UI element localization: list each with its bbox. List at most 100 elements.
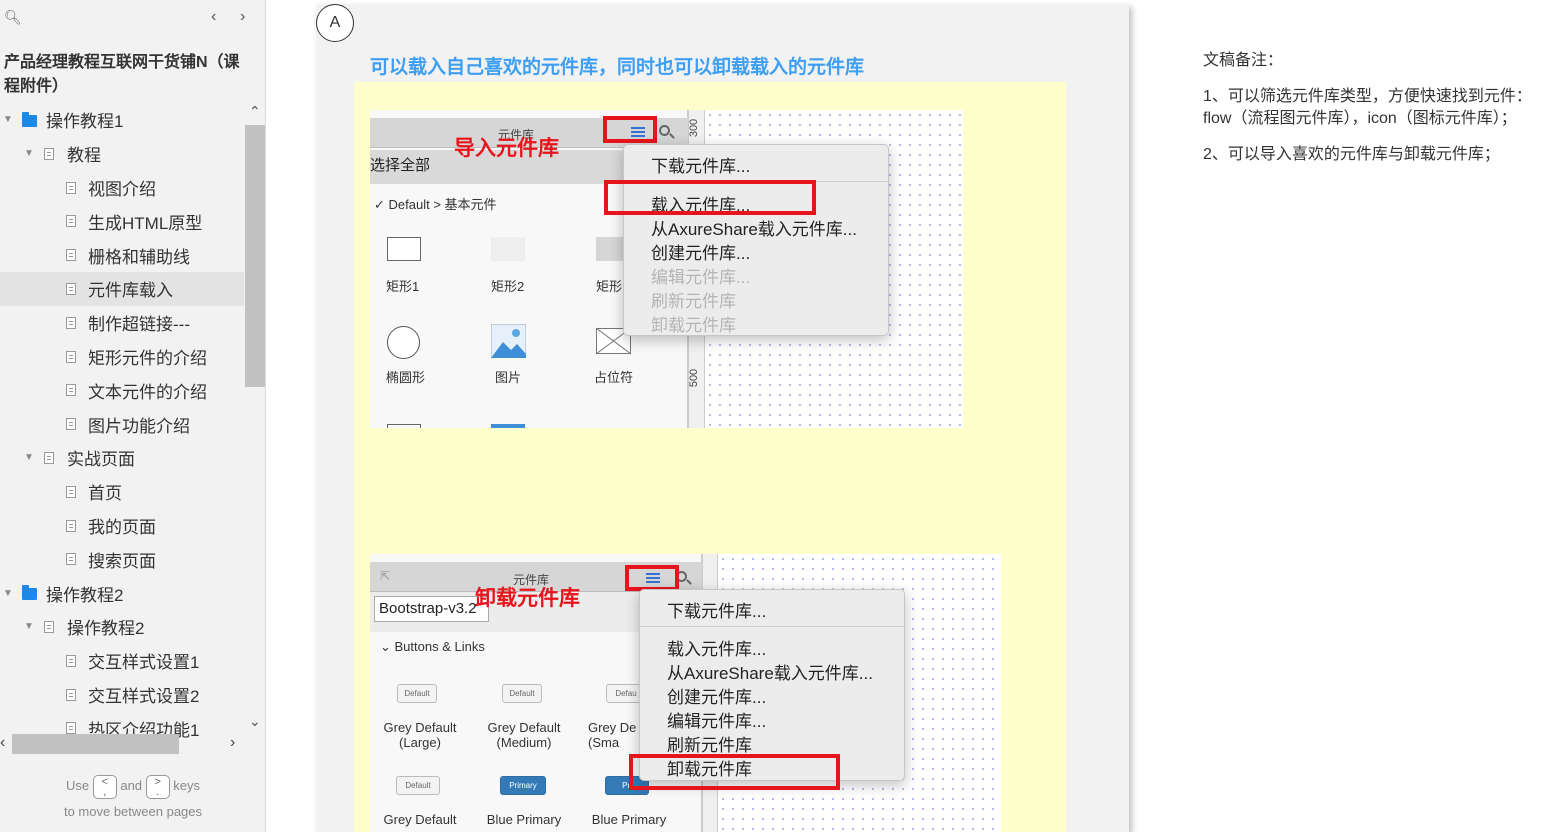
menu-download-library[interactable]: 下载元件库... [667, 597, 766, 622]
menu-create-library[interactable]: 创建元件库... [667, 683, 766, 708]
page-heading: 可以载入自己喜欢的元件库，同时也可以卸载载入的元件库 [370, 57, 865, 78]
tree-page[interactable]: 交互样式设置1 [0, 644, 244, 678]
tree-item-label: 生成HTML原型 [88, 213, 203, 233]
callout-import-library: 导入元件库 [454, 137, 559, 160]
group-header[interactable]: ⌄ Buttons & Links [380, 639, 485, 655]
expand-caret-icon[interactable]: ▼ [3, 588, 13, 599]
tree-page[interactable]: 生成HTML原型 [0, 204, 244, 238]
page-icon [66, 418, 76, 431]
tree-item-label: 栅格和辅助线 [88, 247, 190, 267]
notes-paragraph-1: 1、可以筛选元件库类型，方便快速找到元件： flow（流程图元件库），icon（… [1203, 86, 1559, 130]
button-thumbnail[interactable]: Default [397, 684, 437, 703]
ruler-500: 500 [688, 368, 701, 388]
expand-caret-icon[interactable]: ▼ [3, 114, 13, 125]
scroll-down-icon[interactable]: ⌄ [249, 713, 261, 730]
page-icon [66, 519, 76, 532]
tree-item-label: 我的页面 [88, 517, 156, 537]
page-icon [66, 384, 76, 397]
tree-folder[interactable]: ▼ 操作教程1 [0, 103, 244, 137]
page-icon [66, 282, 76, 295]
expand-caret-icon[interactable]: ▼ [24, 452, 34, 463]
tree-item-label: 交互样式设置1 [88, 653, 200, 673]
menu-create-library[interactable]: 创建元件库... [651, 239, 750, 264]
page-icon [66, 485, 76, 498]
page-icon [66, 553, 76, 566]
tree-page[interactable]: ▼ 教程 [0, 137, 244, 171]
hint-line2: to move between pages [63, 803, 203, 819]
menu-download-library[interactable]: 下载元件库... [651, 152, 750, 177]
prev-key-icon: <, [92, 774, 117, 799]
tree-page[interactable]: 制作超链接--- [0, 306, 244, 340]
widget-caption: Grey Default [383, 812, 457, 827]
sitemap-sidebar: 🔍︎ ‹ › 产品经理教程互联网干货铺N（课程附件） ▼ 操作教程1 ▼ 教程视图介绍… [0, 0, 266, 832]
menu-load-from-axureshare[interactable]: 从AxureShare载入元件库... [667, 659, 873, 684]
tree-page[interactable]: 栅格和辅助线 [0, 238, 244, 272]
button-thumbnail[interactable]: Default [396, 776, 440, 795]
tree-page[interactable]: 首页 [0, 475, 244, 509]
group-header[interactable]: ✓ Default > 基本元件 [374, 194, 497, 213]
folder-icon [22, 112, 37, 127]
widget-label: 矩形 [596, 279, 623, 294]
search-icon[interactable] [659, 125, 670, 136]
collapse-icon[interactable]: ⇱ [380, 569, 390, 583]
library-select[interactable]: Bootstrap-v3.2 [374, 596, 489, 622]
page-icon [66, 316, 76, 329]
tree-item-label: 图片功能介绍 [88, 416, 190, 436]
horizontal-scrollbar[interactable]: ‹ › [0, 734, 245, 754]
tree-folder[interactable]: ▼ 操作教程2 [0, 576, 244, 610]
menu-load-from-axureshare[interactable]: 从AxureShare载入元件库... [651, 215, 857, 240]
vertical-scrollbar[interactable]: ⌃ ⌄ [245, 103, 265, 733]
button-thumbnail[interactable]: Primary [500, 776, 546, 795]
tree-page[interactable]: 交互样式设置2 [0, 678, 244, 712]
tree-page[interactable]: 视图介绍 [0, 171, 244, 205]
expand-caret-icon[interactable]: ▼ [24, 621, 34, 632]
chevron-left-icon[interactable]: ‹ [211, 8, 216, 26]
page-icon [66, 215, 76, 228]
menu-load-library[interactable]: 载入元件库... [667, 635, 766, 660]
rectangle1-icon[interactable] [387, 237, 421, 261]
group-label: Default > 基本元件 [388, 197, 497, 212]
page-icon [66, 688, 76, 701]
tree-item-label: 视图介绍 [88, 179, 156, 199]
menu-refresh-library: 刷新元件库 [651, 292, 736, 311]
page-icon [66, 249, 76, 262]
library-context-menu-2: 下载元件库... 载入元件库... 从AxureShare载入元件库... 创建… [639, 589, 905, 781]
chevron-right-icon[interactable]: › [240, 8, 245, 26]
menu-edit-library[interactable]: 编辑元件库... [667, 707, 766, 732]
tree-item-label: 实战页面 [67, 450, 135, 470]
expand-caret-icon[interactable]: ▼ [24, 148, 34, 159]
image-icon[interactable] [491, 324, 526, 358]
tree-page[interactable]: 文本元件的介绍 [0, 373, 244, 407]
notes-p1-line1: 1、可以筛选元件库类型，方便快速找到元件： [1203, 88, 1532, 105]
tree-page[interactable]: 图片功能介绍 [0, 407, 244, 441]
tree-page[interactable]: 矩形元件的介绍 [0, 340, 244, 374]
tree-page[interactable]: ▼ 操作教程2 [0, 610, 244, 644]
widget-caption: Grey Default (Medium) [487, 720, 561, 750]
group-label: Buttons & Links [394, 639, 485, 654]
highlight-menu-button [625, 565, 679, 591]
widget-label: 占位符 [594, 370, 634, 385]
hscrollbar-thumb[interactable] [12, 734, 179, 754]
scroll-right-icon[interactable]: › [230, 734, 235, 752]
tree-page[interactable]: 我的页面 [0, 509, 244, 543]
hint-and-text: and [120, 778, 143, 793]
tree-page[interactable]: ▼ 实战页面 [0, 441, 244, 475]
notes-p1-line2: flow（流程图元件库），icon（图标元件库）； [1203, 110, 1517, 127]
rectangle3-icon[interactable] [596, 237, 626, 261]
keyboard-hint: Use <, and >. keys to move between pages [0, 773, 265, 824]
highlight-load-library [604, 180, 816, 215]
scrollbar-thumb[interactable] [245, 125, 265, 387]
footnote-badge[interactable]: A [316, 4, 354, 42]
tree-page[interactable]: 元件库载入 [0, 271, 244, 306]
ellipse-icon[interactable] [387, 326, 420, 359]
tree-page[interactable]: 搜索页面 [0, 542, 244, 576]
ruler-300: 300 [688, 118, 701, 138]
select-all-dropdown[interactable]: 选择全部 [370, 154, 430, 175]
scroll-up-icon[interactable]: ⌃ [249, 103, 261, 120]
button-thumbnail[interactable]: Default [502, 684, 542, 703]
project-title: 产品经理教程互联网干货铺N（课程附件） [4, 54, 240, 95]
search-icon[interactable]: 🔍︎ [4, 9, 22, 26]
menu-refresh-library[interactable]: 刷新元件库 [667, 731, 752, 756]
scroll-left-icon[interactable]: ‹ [0, 734, 5, 752]
rectangle2-icon[interactable] [491, 237, 525, 261]
